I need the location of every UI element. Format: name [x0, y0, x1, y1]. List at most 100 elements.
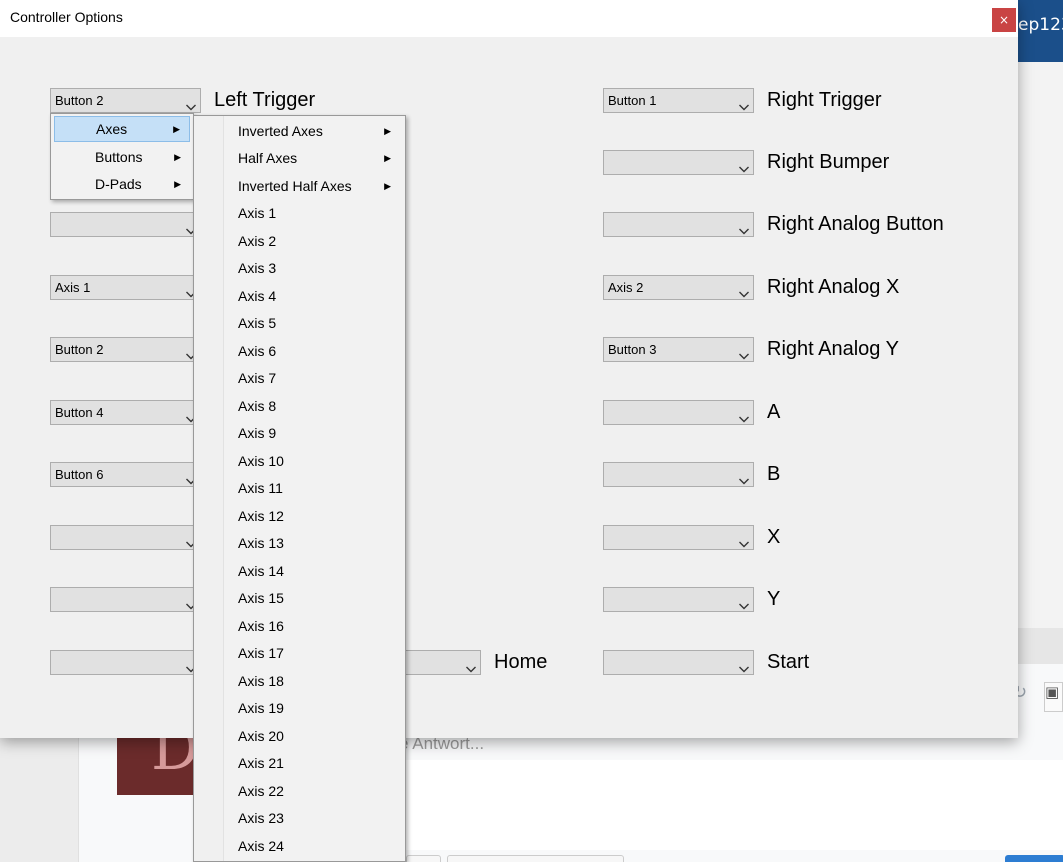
background-button[interactable]	[447, 855, 624, 862]
axes-submenu: Inverted Axes ▶ Half Axes ▶ Inverted Half Ax…	[193, 115, 406, 862]
axis-menu-item[interactable]: Axis 12	[194, 503, 405, 531]
close-icon: ×	[998, 13, 1010, 27]
combo-value: Button 2	[55, 342, 104, 357]
chevron-down-icon	[739, 408, 749, 423]
axis-menu-item[interactable]: Axis 24	[194, 833, 405, 861]
menu-item-label: Half Axes	[238, 150, 298, 166]
axis-menu-item[interactable]: Axis 14	[194, 558, 405, 586]
right-mapping-label: B	[767, 463, 781, 485]
axis-menu-item[interactable]: Axis 7	[194, 365, 405, 393]
right-mapping-label: Right Bumper	[767, 151, 890, 173]
right-mapping-label: X	[767, 526, 781, 548]
chevron-down-icon	[739, 220, 749, 235]
right-mapping-select[interactable]	[603, 650, 754, 675]
submenu-item-half-axes[interactable]: Half Axes ▶	[194, 145, 405, 173]
right-mapping-select[interactable]	[603, 212, 754, 237]
axis-menu-item[interactable]: Axis 10	[194, 448, 405, 476]
axis-menu-item[interactable]: Axis 23	[194, 805, 405, 833]
chevron-down-icon	[739, 345, 749, 360]
menu-item-label: Buttons	[95, 148, 143, 165]
left-mapping-label: Left Trigger	[214, 89, 316, 111]
axis-menu-item[interactable]: Axis 9	[194, 420, 405, 448]
left-mapping-select[interactable]	[50, 212, 201, 237]
combo-value: Axis 1	[55, 280, 91, 295]
combo-value: Button 1	[608, 93, 657, 108]
right-mapping-select[interactable]	[603, 587, 754, 612]
menu-item-label: Inverted Half Axes	[238, 177, 352, 194]
left-mapping-select[interactable]: Button 6	[50, 462, 201, 487]
axis-menu-item[interactable]: Axis 13	[194, 530, 405, 558]
save-icon[interactable]: ▣	[1044, 682, 1063, 712]
right-mapping-label: Right Analog Y	[767, 338, 899, 360]
chevron-down-icon	[739, 533, 749, 548]
menu-item-d-pads[interactable]: D-Pads ▶	[54, 171, 190, 197]
submenu-arrow-icon: ▶	[174, 179, 181, 189]
chevron-down-icon	[466, 658, 476, 673]
axis-menu-item[interactable]: Axis 22	[194, 778, 405, 806]
axis-menu-item[interactable]: Axis 5	[194, 310, 405, 338]
left-mapping-select[interactable]: Button 2	[50, 88, 201, 113]
chevron-down-icon	[739, 658, 749, 673]
left-mapping-select[interactable]: Axis 1	[50, 275, 201, 300]
background-editor[interactable]	[399, 760, 1063, 850]
binding-type-menu: Axes ▶ Buttons ▶ D-Pads ▶	[50, 113, 194, 200]
dialog-title: Controller Options	[10, 9, 123, 25]
axis-menu-item[interactable]: Axis 8	[194, 393, 405, 421]
submenu-arrow-icon: ▶	[174, 151, 181, 162]
right-mapping-select[interactable]: Button 3	[603, 337, 754, 362]
background-submit-button[interactable]	[1005, 855, 1063, 862]
axis-menu-item[interactable]: Axis 3	[194, 255, 405, 283]
left-mapping-select[interactable]: Button 4	[50, 400, 201, 425]
axis-menu-item[interactable]: Axis 15	[194, 585, 405, 613]
axis-menu-item[interactable]: Axis 18	[194, 668, 405, 696]
left-mapping-select[interactable]	[50, 587, 201, 612]
right-mapping-label: Y	[767, 588, 781, 610]
background-button[interactable]	[406, 855, 441, 862]
chevron-down-icon	[739, 283, 749, 298]
chevron-down-icon	[186, 96, 196, 111]
submenu-arrow-icon: ▶	[173, 124, 180, 134]
submenu-item-inverted-axes[interactable]: Inverted Axes ▶	[194, 118, 405, 146]
combo-value: Button 2	[55, 93, 104, 108]
combo-value: Button 6	[55, 467, 104, 482]
right-mapping-label: Right Analog X	[767, 276, 900, 298]
axis-menu-item[interactable]: Axis 2	[194, 228, 405, 256]
left-mapping-select[interactable]	[50, 525, 201, 550]
combo-value: Button 4	[55, 405, 104, 420]
close-button[interactable]: ×	[992, 8, 1016, 32]
axis-menu-item[interactable]: Axis 1	[194, 200, 405, 228]
axis-menu-item[interactable]: Axis 16	[194, 613, 405, 641]
background-topbar: ep1234	[1018, 0, 1063, 62]
chevron-down-icon	[739, 96, 749, 111]
axis-menu-item[interactable]: Axis 21	[194, 750, 405, 778]
right-mapping-select[interactable]	[603, 525, 754, 550]
submenu-arrow-icon: ▶	[384, 180, 391, 191]
menu-item-buttons[interactable]: Buttons ▶	[54, 144, 190, 170]
title-bar: Controller Options ×	[0, 0, 1018, 37]
right-mapping-select[interactable]: Axis 2	[603, 275, 754, 300]
axis-menu-item[interactable]: Axis 19	[194, 695, 405, 723]
combo-value: Button 3	[608, 342, 657, 357]
right-mapping-select[interactable]: Button 1	[603, 88, 754, 113]
background-sidebar	[1018, 62, 1063, 628]
axis-menu-item[interactable]: Axis 6	[194, 338, 405, 366]
right-mapping-select[interactable]	[603, 400, 754, 425]
axis-menu-item[interactable]: Axis 11	[194, 475, 405, 503]
right-mapping-select[interactable]	[603, 462, 754, 487]
submenu-arrow-icon: ▶	[384, 153, 391, 163]
right-mapping-label: Right Analog Button	[767, 213, 944, 235]
submenu-item-inverted-half-axes[interactable]: Inverted Half Axes ▶	[194, 173, 405, 201]
chevron-down-icon	[739, 158, 749, 173]
axis-menu-item[interactable]: Axis 20	[194, 723, 405, 751]
axis-menu-item[interactable]: Axis 17	[194, 640, 405, 668]
background-topbar-text: ep1234	[1018, 15, 1063, 35]
right-mapping-select[interactable]	[603, 150, 754, 175]
axis-menu-item[interactable]: Axis 4	[194, 283, 405, 311]
menu-item-label: D-Pads	[95, 176, 142, 192]
left-mapping-select[interactable]: Button 2	[50, 337, 201, 362]
menu-item-label: Inverted Axes	[238, 122, 323, 139]
right-mapping-label: Start	[767, 651, 810, 673]
chevron-down-icon	[739, 595, 749, 610]
menu-item-axes[interactable]: Axes ▶	[54, 116, 190, 142]
left-mapping-select[interactable]	[50, 650, 201, 675]
